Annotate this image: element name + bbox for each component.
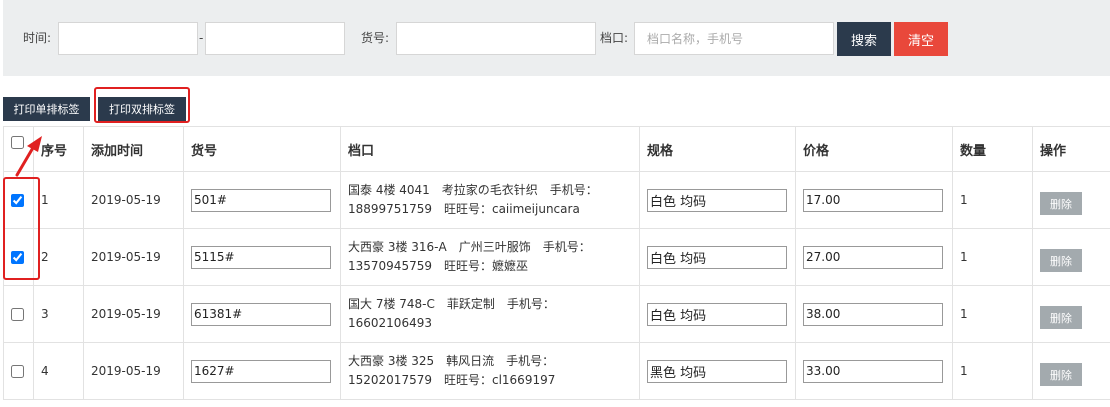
table-row: 1 2019-05-19 国泰 4楼 4041 考拉家の毛衣针织 手机号： 188… [3,171,1110,229]
time-label: 时间: [23,31,52,45]
print-double-label-button[interactable]: 打印双排标签 [98,97,186,121]
stall-line-1: 大西豪 3楼 316-A 广州三叶服饰 手机号： [348,240,591,254]
row-index: 1 [33,171,84,229]
stall-line-1: 国泰 4楼 4041 考拉家の毛衣针织 手机号： [348,183,598,197]
stall-line-1: 大西豪 3楼 325 韩风日流 手机号： [348,354,555,368]
time-separator: - [199,31,204,45]
header-quantity: 数量 [952,126,1033,172]
row-date: 2019-05-19 [83,228,184,286]
spec-field[interactable] [647,245,787,269]
row-date: 2019-05-19 [83,285,184,343]
table-row: 2 2019-05-19 大西豪 3楼 316-A 广州三叶服饰 手机号： 135… [3,228,1110,286]
row-date: 2019-05-19 [83,171,184,229]
search-button[interactable]: 搜索 [837,22,891,56]
stall-line-1: 国大 7楼 748-C 菲跃定制 手机号： [348,297,555,311]
sku-field[interactable] [191,302,331,326]
row-quantity: 1 [952,342,1033,400]
price-field[interactable] [803,245,943,269]
row-checkbox[interactable] [11,194,24,207]
row-index: 2 [33,228,84,286]
sku-label: 货号: [361,31,390,45]
spec-field[interactable] [647,188,787,212]
row-index: 4 [33,342,84,400]
delete-button[interactable]: 删除 [1040,192,1082,215]
header-spec: 规格 [639,126,796,172]
stall-label: 档口: [600,31,629,45]
red-arrow-annotation-icon [15,136,42,177]
filter-bar: 时间: - 货号: 档口: 搜索 清空 [3,0,1110,76]
header-stall: 档口 [340,126,640,172]
delete-button[interactable]: 删除 [1040,249,1082,272]
clear-button[interactable]: 清空 [894,22,948,56]
print-single-label-button[interactable]: 打印单排标签 [3,97,90,121]
header-action: 操作 [1032,126,1110,172]
row-checkbox[interactable] [11,308,24,321]
row-checkbox[interactable] [11,365,24,378]
table-header-row: 序号 添加时间 货号 档口 规格 价格 数量 操作 [3,126,1110,172]
delete-button[interactable]: 删除 [1040,306,1082,329]
stall-line-2: 15202017579 旺旺号：cl1669197 [348,373,556,387]
row-quantity: 1 [952,228,1033,286]
stall-line-2: 18899751759 旺旺号：caiimeijuncara [348,202,580,216]
stall-info: 国大 7楼 748-C 菲跃定制 手机号： 16602106493 [340,285,640,343]
sku-field[interactable] [191,359,331,383]
row-date: 2019-05-19 [83,342,184,400]
price-field[interactable] [803,359,943,383]
row-quantity: 1 [952,171,1033,229]
start-time-input[interactable] [58,22,198,55]
header-sku: 货号 [183,126,341,172]
row-checkbox[interactable] [11,251,24,264]
price-field[interactable] [803,188,943,212]
header-price: 价格 [795,126,953,172]
table-row: 3 2019-05-19 国大 7楼 748-C 菲跃定制 手机号： 166021… [3,285,1110,343]
header-added-time: 添加时间 [83,126,184,172]
label-table: 序号 添加时间 货号 档口 规格 价格 数量 操作 1 2019-05-19 国… [3,126,1110,400]
end-time-input[interactable] [205,22,345,55]
row-index: 3 [33,285,84,343]
spec-field[interactable] [647,302,787,326]
price-field[interactable] [803,302,943,326]
stall-line-2: 13570945759 旺旺号：嬷嬷巫 [348,259,528,273]
table-row: 4 2019-05-19 大西豪 3楼 325 韩风日流 手机号： 1520201… [3,342,1110,400]
delete-button[interactable]: 删除 [1040,363,1082,386]
sku-field[interactable] [191,245,331,269]
stall-info: 大西豪 3楼 316-A 广州三叶服饰 手机号： 13570945759 旺旺号：… [340,228,640,286]
sku-input[interactable] [396,22,596,55]
stall-info: 国泰 4楼 4041 考拉家の毛衣针织 手机号： 18899751759 旺旺号：… [340,171,640,229]
stall-line-2: 16602106493 [348,316,432,330]
stall-info: 大西豪 3楼 325 韩风日流 手机号： 15202017579 旺旺号：cl16… [340,342,640,400]
sku-field[interactable] [191,188,331,212]
stall-input[interactable] [634,22,834,55]
row-quantity: 1 [952,285,1033,343]
spec-field[interactable] [647,359,787,383]
